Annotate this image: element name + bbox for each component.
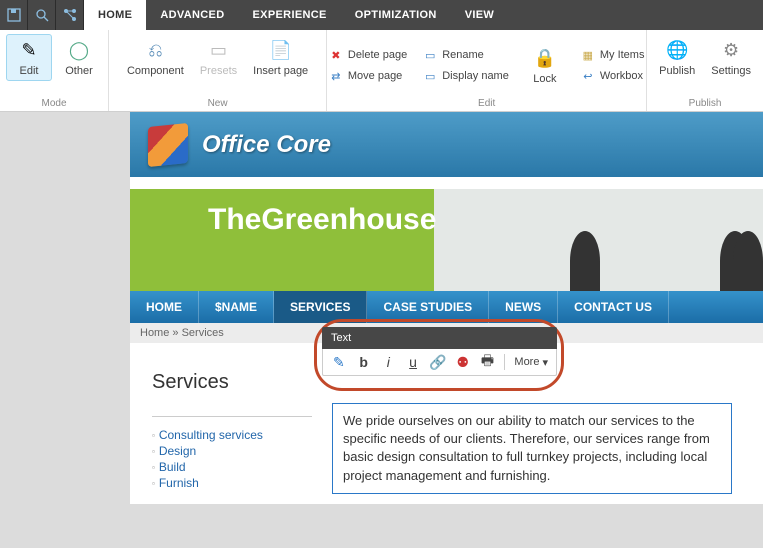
top-toolbar: HOME ADVANCED EXPERIENCE OPTIMIZATION VI… [0, 0, 763, 30]
popup-toolbar: ✎ b i u 🔗 ⚉ 🖶 More▾ [322, 349, 557, 376]
tab-home[interactable]: HOME [84, 0, 146, 30]
link-icon[interactable]: 🔗 [430, 354, 446, 370]
banner-text: TheGreenhouse [208, 203, 436, 237]
move-icon: ⇄ [329, 69, 343, 83]
tree-icon[interactable] [56, 0, 84, 30]
main-nav: HOME $NAME SERVICES CASE STUDIES NEWS CO… [130, 291, 763, 323]
tab-experience[interactable]: EXPERIENCE [239, 0, 341, 30]
sidebar-item: Build [152, 459, 312, 475]
insert-page-button[interactable]: 📄Insert page [247, 34, 314, 81]
nav-services[interactable]: SERVICES [274, 291, 367, 323]
group-label-edit: Edit [478, 97, 495, 110]
breadcrumb-home[interactable]: Home [140, 327, 169, 339]
page-icon: 📄 [269, 38, 293, 62]
component-icon: ⎌ [143, 38, 167, 62]
group-label-new: New [208, 97, 228, 110]
settings-button[interactable]: ⚙Settings [705, 34, 757, 81]
circle-icon: ◯ [67, 38, 91, 62]
nav-contact[interactable]: CONTACT US [558, 291, 669, 323]
sidebar: Services Consulting services Design Buil… [152, 353, 312, 494]
page-canvas: Office Core TheGreenhouse HOME $NAME SER… [0, 112, 763, 548]
search-icon[interactable] [28, 0, 56, 30]
divider [152, 416, 312, 417]
brand-logo [148, 122, 188, 166]
underline-icon[interactable]: u [405, 354, 421, 370]
bold-icon[interactable]: b [356, 354, 372, 370]
group-label-publish: Publish [689, 97, 722, 110]
publish-button[interactable]: 🌐Publish [653, 34, 701, 81]
brand-name: Office Core [202, 131, 331, 159]
page-title: Services [152, 371, 312, 394]
presets-icon: ▭ [206, 38, 230, 62]
nav-name[interactable]: $NAME [199, 291, 274, 323]
italic-icon[interactable]: i [380, 354, 396, 370]
delete-icon: ✖ [329, 48, 343, 62]
rename-icon: ▭ [423, 48, 437, 62]
group-label-mode: Mode [41, 97, 66, 110]
sidebar-item: Furnish [152, 475, 312, 491]
content: Services Consulting services Design Buil… [130, 343, 763, 504]
my-items-button[interactable]: ▦My Items [578, 46, 648, 64]
other-mode-button[interactable]: ◯Other [56, 34, 102, 81]
save-icon[interactable] [0, 0, 28, 30]
print-icon[interactable]: 🖶 [480, 354, 496, 370]
edit-pencil-icon[interactable]: ✎ [331, 354, 347, 370]
display-name-button[interactable]: ▭Display name [420, 67, 512, 85]
component-button[interactable]: ⎌Component [121, 34, 190, 81]
brand-bar: Office Core [130, 112, 763, 177]
move-page-button[interactable]: ⇄Move page [326, 67, 410, 85]
tab-view[interactable]: VIEW [451, 0, 508, 30]
ribbon-tabs: HOME ADVANCED EXPERIENCE OPTIMIZATION VI… [84, 0, 508, 30]
workbox-button[interactable]: ↩Workbox [578, 67, 648, 85]
more-button[interactable]: More▾ [514, 356, 548, 369]
nav-news[interactable]: NEWS [489, 291, 558, 323]
nav-case-studies[interactable]: CASE STUDIES [367, 291, 489, 323]
gear-icon: ⚙ [719, 38, 743, 62]
workbox-icon: ↩ [581, 69, 595, 83]
presets-button: ▭Presets [194, 34, 243, 81]
chevron-down-icon: ▾ [542, 356, 548, 369]
my-items-icon: ▦ [581, 48, 595, 62]
tab-advanced[interactable]: ADVANCED [146, 0, 238, 30]
hero-banner: TheGreenhouse [130, 189, 763, 291]
sidebar-list: Consulting services Design Build Furnish [152, 427, 312, 491]
breadcrumb-current: Services [182, 327, 224, 339]
nav-home[interactable]: HOME [130, 291, 199, 323]
sidebar-item: Design [152, 443, 312, 459]
delete-page-button[interactable]: ✖Delete page [326, 46, 410, 64]
lock-button[interactable]: 🔒Lock [522, 42, 568, 89]
lock-icon: 🔒 [533, 46, 557, 70]
inline-editor-popup: Text ✎ b i u 🔗 ⚉ 🖶 More▾ [322, 327, 557, 376]
ribbon: ✎Edit ◯Other Mode ⎌Component ▭Presets 📄I… [0, 30, 763, 112]
main-area: Text ✎ b i u 🔗 ⚉ 🖶 More▾ We pride oursel… [332, 353, 755, 494]
edit-mode-button[interactable]: ✎Edit [6, 34, 52, 81]
rename-button[interactable]: ▭Rename [420, 46, 512, 64]
popup-title: Text [322, 327, 557, 349]
sidebar-item: Consulting services [152, 427, 312, 443]
users-icon[interactable]: ⚉ [455, 354, 471, 370]
tab-optimization[interactable]: OPTIMIZATION [341, 0, 451, 30]
site-wrap: Office Core TheGreenhouse HOME $NAME SER… [130, 112, 763, 504]
display-name-icon: ▭ [423, 69, 437, 83]
publish-icon: 🌐 [665, 38, 689, 62]
pencil-icon: ✎ [17, 38, 41, 62]
editable-text-field[interactable]: We pride ourselves on our ability to mat… [332, 403, 732, 494]
